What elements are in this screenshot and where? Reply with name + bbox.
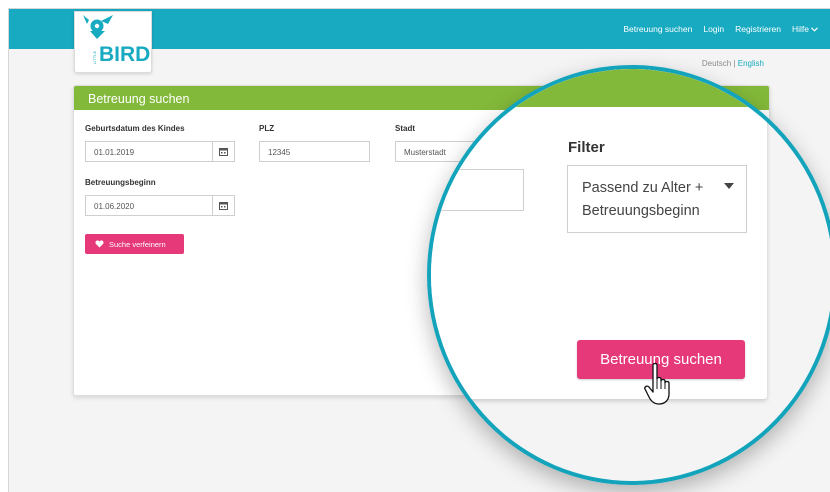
heart-icon (95, 240, 104, 248)
filter-title: Filter (568, 139, 605, 156)
birthdate-value: 01.01.2019 (94, 148, 135, 157)
nav-hilfe-label: Hilfe (791, 24, 809, 34)
bird-logo-icon: LITTLE BIRD (83, 15, 150, 66)
lang-english[interactable]: English (738, 59, 764, 68)
nav-registrieren[interactable]: Registrieren (735, 24, 781, 34)
plz-value: 12345 (268, 148, 291, 157)
birthdate-label: Geburtsdatum des Kindes (85, 124, 185, 133)
language-switcher: Deutsch | English (702, 59, 764, 68)
logo-text: BIRD (99, 43, 150, 66)
nav-betreuung-suchen[interactable]: Betreuung suchen (623, 24, 692, 34)
logo-small-text: LITTLE (92, 51, 97, 64)
lang-separator: | (733, 59, 736, 68)
filter-option-line2: Betreuungsbeginn (582, 203, 700, 219)
filter-option-line1: Passend zu Alter + (582, 180, 704, 196)
start-label: Betreuungsbeginn (85, 178, 156, 187)
zoomed-card-header (431, 69, 767, 107)
refine-search-label: Suche verfeinern (109, 239, 166, 249)
calendar-icon[interactable] (212, 142, 234, 161)
svg-text:LITTLE: LITTLE (92, 51, 97, 64)
nav-hilfe[interactable]: Hilfe (792, 24, 818, 34)
nav-login[interactable]: Login (703, 24, 724, 34)
plz-label: PLZ (259, 124, 275, 133)
zoomed-card: Filter Passend zu Alter + Betreuungsbegi… (431, 69, 767, 399)
start-value: 01.06.2020 (94, 202, 135, 211)
start-field[interactable]: 01.06.2020 (85, 195, 235, 216)
refine-search-button[interactable]: Suche verfeinern (85, 234, 184, 254)
calendar-icon[interactable] (212, 196, 234, 215)
magnifier-lens: Filter Passend zu Alter + Betreuungsbegi… (427, 65, 830, 485)
city-label: Stadt (395, 124, 415, 133)
chevron-down-icon (811, 26, 818, 32)
nav-links: Betreuung suchen Login Registrieren Hilf… (623, 9, 818, 49)
hand-pointer-icon (644, 362, 674, 413)
filter-select[interactable]: Passend zu Alter + Betreuungsbeginn (567, 165, 747, 233)
lang-deutsch[interactable]: Deutsch (702, 59, 731, 68)
site-logo[interactable]: LITTLE BIRD (74, 11, 152, 73)
caret-down-icon (724, 183, 734, 189)
plz-field[interactable]: 12345 (259, 141, 370, 162)
birthdate-field[interactable]: 01.01.2019 (85, 141, 235, 162)
zoomed-city-field[interactable] (431, 169, 524, 211)
